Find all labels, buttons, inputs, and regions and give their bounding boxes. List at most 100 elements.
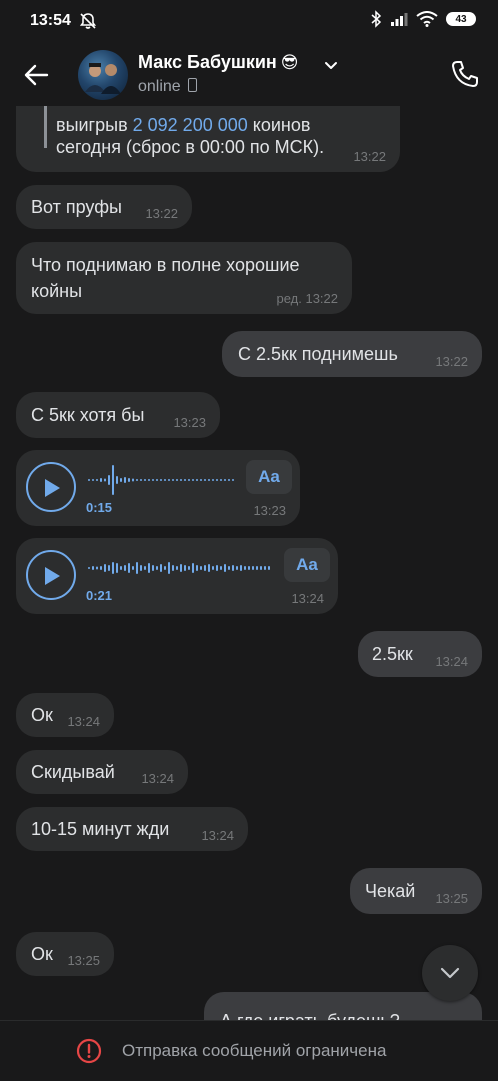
message-bubble[interactable]: С 2.5кк поднимешь 13:22 [222, 331, 482, 377]
waveform-bar [96, 566, 98, 570]
waveform-bar [148, 563, 150, 573]
message-text: Скидывай [31, 762, 115, 782]
waveform-bar [216, 479, 218, 481]
message-bubble[interactable]: С 5кк хотя бы 13:23 [16, 392, 220, 438]
waveform-bar [96, 479, 98, 481]
waveform-bar [176, 479, 178, 481]
waveform-bar [104, 564, 106, 572]
contact-name[interactable]: Макс Бабушкин 😎 [138, 52, 299, 73]
phone-icon[interactable] [448, 57, 482, 91]
waveform-bar [228, 566, 230, 570]
waveform-bar [192, 563, 194, 573]
waveform-bar [136, 479, 138, 481]
waveform-bar [168, 479, 170, 481]
contact-emoji: 😎 [280, 53, 299, 72]
waveform-bar [264, 566, 266, 570]
voice-duration: 0:21 [86, 588, 113, 603]
waveform-bar [92, 479, 94, 481]
waveform-bar [184, 479, 186, 481]
signal-icon [391, 13, 408, 26]
waveform-bar [188, 566, 190, 570]
waveform-bar [208, 564, 210, 572]
waveform-bar [100, 566, 102, 570]
voice-message[interactable]: 0:21 Aa 13:24 [16, 538, 338, 614]
message-bubble[interactable]: Ок 13:25 [16, 932, 114, 976]
waveform-bar [100, 478, 102, 482]
message-bubble[interactable]: Чекай 13:25 [350, 868, 482, 914]
transcribe-button[interactable]: Aa [284, 548, 330, 582]
waveform-bar [108, 475, 110, 485]
play-button[interactable] [26, 550, 76, 600]
waveform-bar [140, 565, 142, 571]
waveform-bar [132, 478, 134, 482]
message-time: 13:24 [141, 771, 174, 786]
message-time: ред. 13:22 [276, 291, 338, 306]
message-time: 13:23 [253, 503, 286, 518]
restriction-bar: Отправка сообщений ограничена [0, 1020, 498, 1081]
waveform-bar [188, 479, 190, 481]
message-text: 10-15 минут жди [31, 819, 170, 839]
waveform-bar [232, 565, 234, 571]
message-time: 13:22 [145, 206, 178, 221]
message-time: 13:23 [173, 415, 206, 430]
waveform-bar [164, 479, 166, 481]
play-button[interactable] [26, 462, 76, 512]
waveform-bar [228, 479, 230, 481]
waveform-bar [252, 566, 254, 570]
waveform-bar [236, 566, 238, 570]
contact-status: online [138, 78, 197, 96]
waveform-bar [196, 479, 198, 481]
message-text: С 5кк хотя бы [31, 405, 145, 425]
message-list[interactable]: выигрыв 2 092 200 000 коинов сегодня (сб… [0, 106, 498, 1020]
waveform-bar [144, 479, 146, 481]
message-text: Ок [31, 705, 53, 725]
waveform-bar [92, 566, 94, 570]
waveform-bar [108, 565, 110, 571]
waveform-bar [176, 566, 178, 570]
waveform-bar [216, 565, 218, 571]
scroll-down-button[interactable] [422, 945, 478, 1001]
waveform-bar [120, 478, 122, 482]
message-bubble[interactable]: Что поднимаю в полне хорошие койны ред. … [16, 242, 352, 314]
message-bubble[interactable]: выигрыв 2 092 200 000 коинов сегодня (сб… [16, 106, 400, 172]
quote-bar [44, 106, 47, 148]
message-bubble[interactable]: 2.5кк 13:24 [358, 631, 482, 677]
voice-waveform[interactable] [88, 548, 278, 588]
mobile-icon [187, 78, 197, 92]
message-text: Вот пруфы [31, 197, 122, 217]
contact-name-text: Макс Бабушкин [138, 52, 277, 72]
waveform-bar [152, 479, 154, 481]
waveform-bar [136, 562, 138, 574]
avatar[interactable] [78, 50, 128, 100]
waveform-bar [200, 479, 202, 481]
message-bubble[interactable]: Ок 13:24 [16, 693, 114, 737]
wifi-icon [416, 11, 438, 27]
message-text: Ок [31, 944, 53, 964]
transcribe-button[interactable]: Aa [246, 460, 292, 494]
waveform-bar [156, 566, 158, 570]
back-arrow-icon[interactable] [20, 58, 54, 92]
message-bubble[interactable]: Скидывай 13:24 [16, 750, 188, 794]
status-time: 13:54 [30, 12, 71, 29]
message-bubble[interactable]: 10-15 минут жди 13:24 [16, 807, 248, 851]
contact-status-text: online [138, 78, 181, 95]
voice-message[interactable]: 0:15 Aa 13:23 [16, 450, 300, 526]
chevron-down-icon[interactable] [322, 56, 340, 74]
voice-waveform[interactable] [88, 460, 238, 500]
waveform-bar [192, 479, 194, 481]
waveform-bar [208, 479, 210, 481]
waveform-bar [116, 563, 118, 573]
bluetooth-icon [371, 10, 382, 28]
message-time: 13:25 [67, 953, 100, 968]
message-bubble[interactable]: Вот пруфы 13:22 [16, 185, 192, 229]
waveform-bar [260, 566, 262, 570]
waveform-bar [196, 565, 198, 571]
waveform-bar [152, 565, 154, 571]
message-time: 13:24 [435, 654, 468, 669]
warning-icon [76, 1038, 102, 1064]
waveform-bar [212, 479, 214, 481]
message-text: сегодня (сброс в 00:00 по МСК). [56, 137, 325, 157]
waveform-bar [112, 465, 114, 495]
waveform-bar [172, 479, 174, 481]
message-time: 13:25 [435, 891, 468, 906]
